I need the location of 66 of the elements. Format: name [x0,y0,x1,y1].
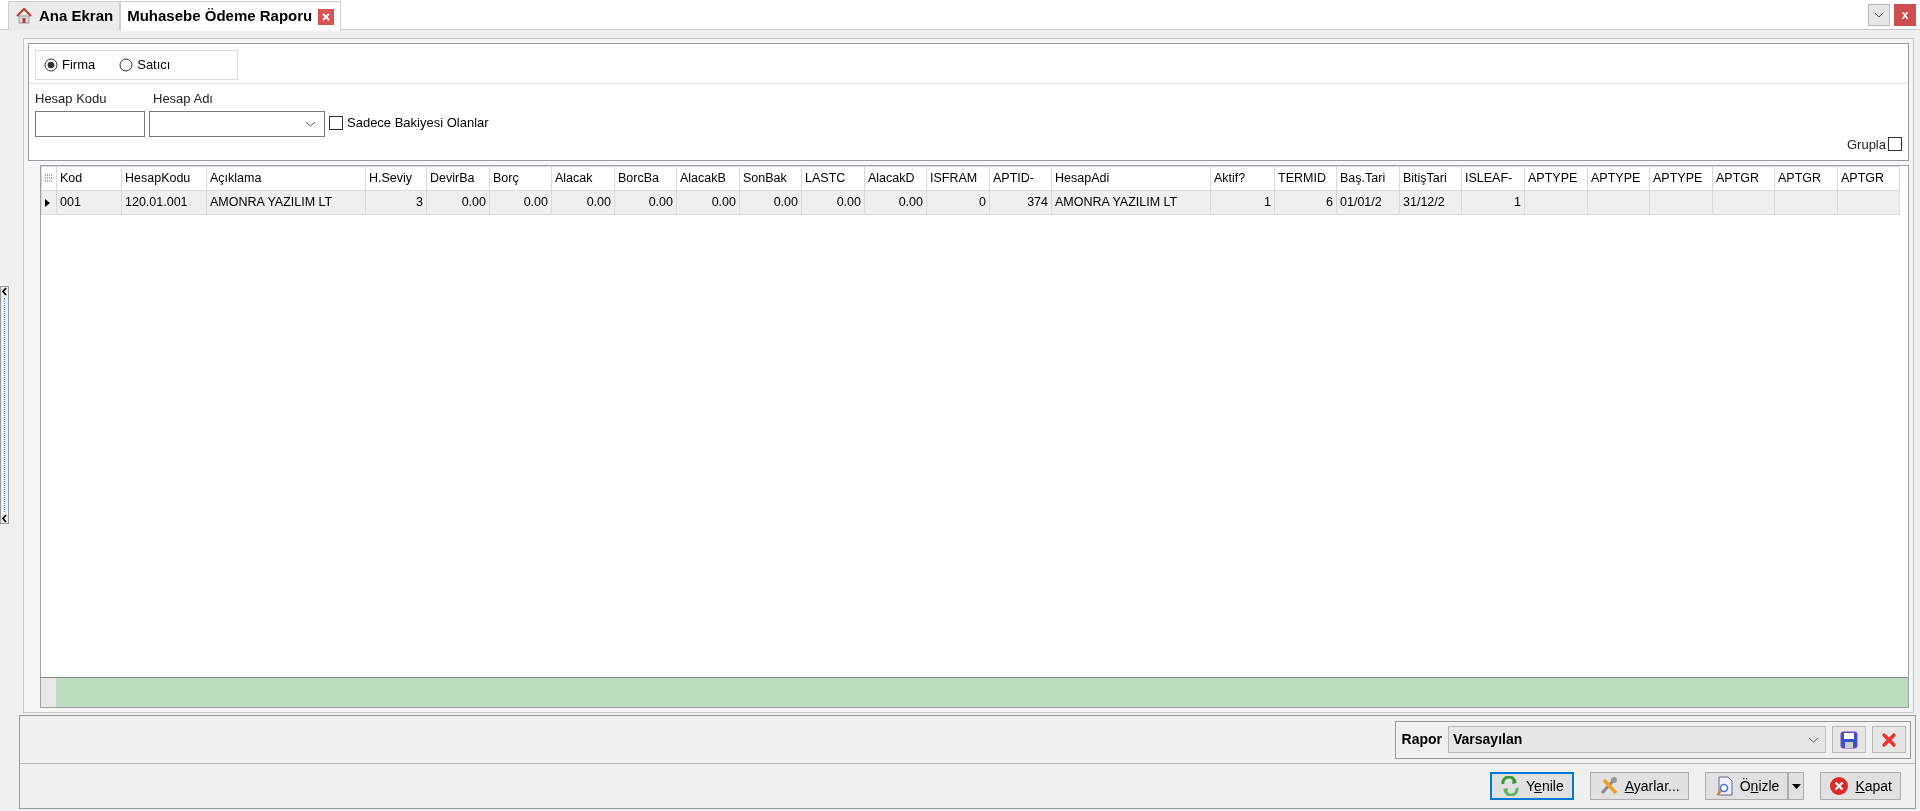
column-header[interactable]: AlacakB [676,166,740,191]
radio-button[interactable]: Satıcı [119,55,171,75]
collapse-handle[interactable] [0,286,9,524]
row-indicator-icon [45,198,50,207]
chevron-left-icon [1,287,8,296]
column-header[interactable]: BitişTari [1399,166,1462,191]
settings-button[interactable]: Ayarlar... [1589,772,1689,800]
column-header[interactable]: Aktif? [1210,166,1275,191]
field-label: Hesap Kodu [35,90,108,108]
chevron-down-icon [1808,736,1819,743]
tab[interactable]: Ana Ekran [8,1,121,30]
refresh-button[interactable]: Yenile [1490,772,1574,800]
column-header[interactable]: Kod [56,166,122,191]
tools-icon [1598,776,1619,796]
column-chooser-icon [45,174,53,184]
table-cell: AMONRA YAZILIM LT [206,190,366,215]
chevron-down-icon [1874,11,1884,18]
column-header[interactable]: Baş.Tari [1336,166,1400,191]
save-icon [1840,730,1858,749]
column-header[interactable]: ISFRAM [926,166,990,191]
column-header[interactable]: APTGR [1774,166,1838,191]
column-header[interactable]: DevirBa [426,166,490,191]
refresh-icon [1500,776,1521,796]
radio-icon [44,58,58,72]
column-header[interactable]: LASTC [801,166,865,191]
column-header[interactable]: BorcBa [614,166,677,191]
close-icon[interactable] [318,8,335,25]
save-button[interactable] [1832,726,1866,753]
report-select[interactable]: Varsayılan [1448,726,1826,753]
column-header[interactable]: SonBak [739,166,802,191]
chevron-left-icon [1,514,8,523]
column-header[interactable]: TERMID [1274,166,1337,191]
column-header[interactable]: HesapAdi [1051,166,1211,191]
column-header[interactable]: APTYPE [1649,166,1713,191]
field-label: Hesap Adı [153,90,214,108]
column-header[interactable]: Borç [489,166,552,191]
column-header[interactable]: APTGR [1712,166,1775,191]
column-header[interactable]: Alacak [551,166,615,191]
close-button[interactable]: Kapat [1820,772,1901,800]
input-field[interactable] [35,110,145,137]
column-header[interactable]: HesapKodu [121,166,207,191]
chevron-down-icon [305,120,316,127]
column-header[interactable]: Açıklama [206,166,366,191]
report-label: Rapor [1401,730,1442,749]
column-header[interactable]: APTYPE [1587,166,1650,191]
radio-icon [119,58,134,72]
dropdown-button[interactable] [1788,772,1805,800]
delete-icon [1881,731,1897,748]
table-cell: AMONRA YAZILIM LT [1051,190,1211,215]
close-button[interactable]: x [1894,3,1916,26]
radio-button[interactable]: Firma [44,55,96,75]
dropdown-field[interactable] [149,110,325,137]
column-header[interactable]: APTGR [1837,166,1900,191]
home-icon [15,7,33,25]
tab[interactable]: Muhasebe Ödeme Raporu [120,1,342,31]
column-header[interactable]: H.Seviy [365,166,427,191]
preview-button[interactable]: Önizle [1704,772,1789,800]
cancel-icon [1829,776,1850,796]
column-header[interactable]: AlacakD [864,166,927,191]
column-header[interactable]: APTYPE [1524,166,1588,191]
column-header[interactable]: APTID- [989,166,1052,191]
caret-down-icon [1791,783,1801,789]
checkbox[interactable]: Grupla [1846,134,1902,154]
column-header[interactable]: ISLEAF- [1461,166,1525,191]
checkbox[interactable]: Sadece Bakiyesi Olanlar [329,113,489,133]
delete-button[interactable] [1872,726,1906,753]
